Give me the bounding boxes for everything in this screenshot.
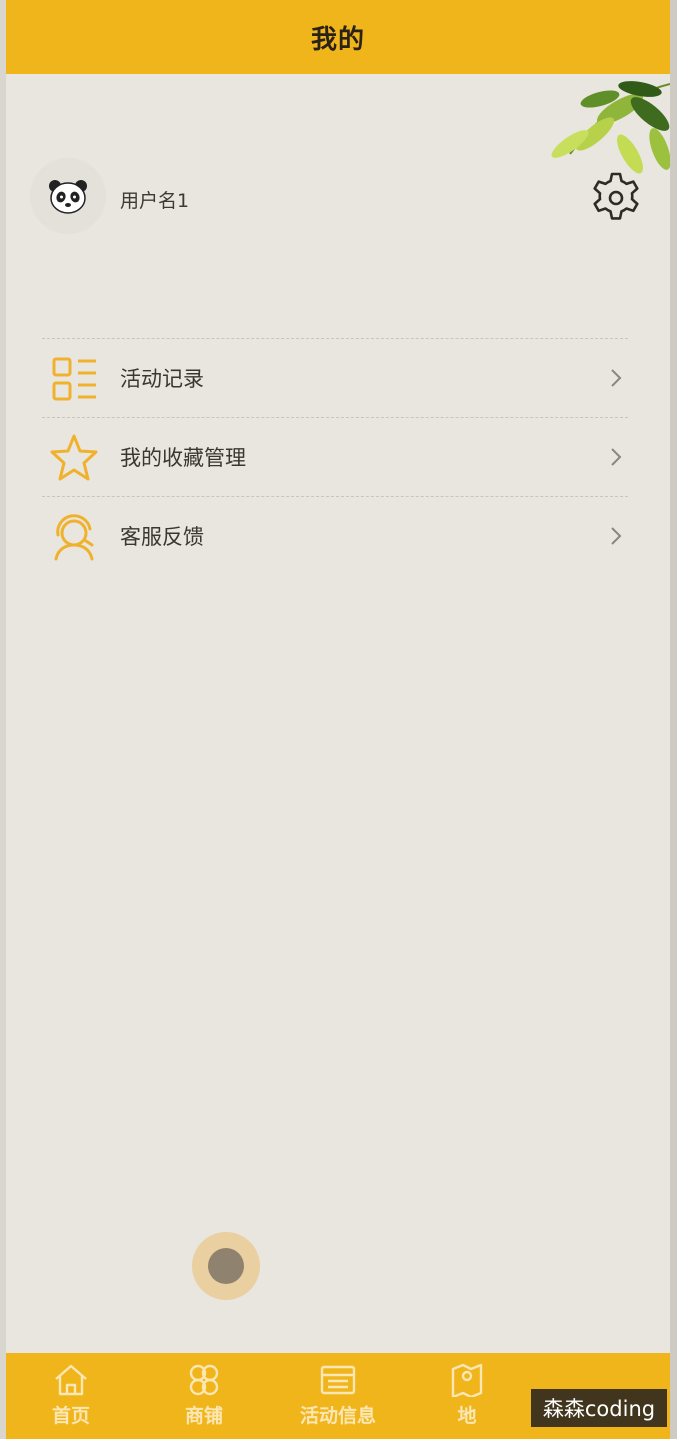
chevron-right-icon xyxy=(611,369,622,387)
username: 用户名1 xyxy=(120,190,190,212)
map-icon xyxy=(451,1363,483,1397)
menu-item-customer-service[interactable]: 客服反馈 xyxy=(42,496,628,575)
watermark: 森森coding xyxy=(531,1389,667,1427)
floating-touch-button[interactable] xyxy=(192,1232,260,1300)
headset-icon xyxy=(54,514,94,561)
tab-home[interactable]: 首页 xyxy=(36,1353,106,1439)
tab-map[interactable]: 地 xyxy=(442,1353,492,1439)
tab-label: 首页 xyxy=(51,1405,90,1427)
menu-item-favorites[interactable]: 我的收藏管理 xyxy=(42,417,628,496)
page-header: 我的 xyxy=(6,0,670,74)
star-icon xyxy=(50,434,98,481)
tab-activity-info[interactable]: 活动信息 xyxy=(288,1353,388,1439)
menu-list: 活动记录 我的收藏管理 客服反馈 xyxy=(42,338,628,575)
chevron-right-icon xyxy=(611,448,622,466)
chevron-right-icon xyxy=(611,527,622,545)
home-icon xyxy=(55,1364,87,1396)
tab-label: 地 xyxy=(457,1405,477,1427)
tab-shop[interactable]: 商铺 xyxy=(169,1353,239,1439)
phone-screen: 我的 用户名1 活动记录 我的收藏管理 客服反馈 首页 商铺 活动信息 地 xyxy=(6,0,670,1439)
panda-icon xyxy=(49,180,87,214)
calendar-icon xyxy=(320,1365,356,1395)
avatar[interactable] xyxy=(30,158,106,234)
tab-label: 活动信息 xyxy=(299,1405,376,1427)
menu-item-label: 我的收藏管理 xyxy=(120,446,246,470)
list-icon xyxy=(52,357,96,401)
profile-section: 用户名1 xyxy=(30,156,650,240)
shop-icon xyxy=(189,1364,219,1396)
tab-label: 商铺 xyxy=(184,1405,223,1427)
page-title: 我的 xyxy=(310,24,365,55)
menu-item-label: 活动记录 xyxy=(120,367,204,391)
menu-item-label: 客服反馈 xyxy=(120,525,204,549)
gear-icon[interactable] xyxy=(588,170,644,226)
touch-indicator-dot xyxy=(208,1248,244,1284)
window-edge xyxy=(670,0,677,1439)
menu-item-activity-records[interactable]: 活动记录 xyxy=(42,338,628,417)
